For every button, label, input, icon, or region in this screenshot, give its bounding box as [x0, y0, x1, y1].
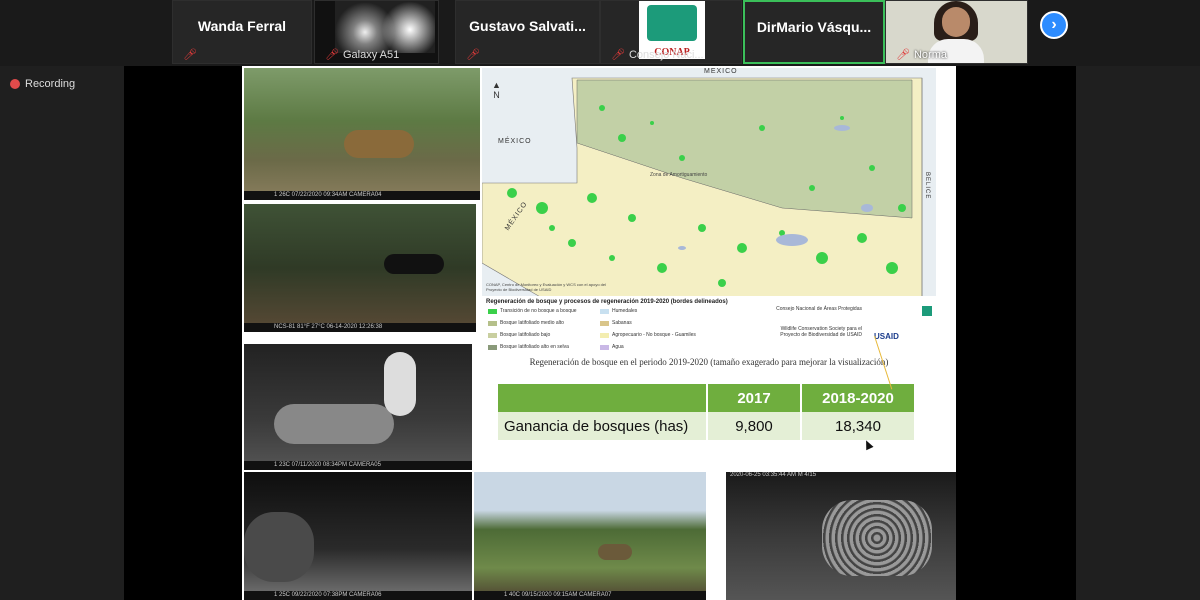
- participant-strip: Wanda Ferral 🎤︎ 🎤︎ Galaxy A51 Gustavo Sal…: [0, 0, 1200, 66]
- camera-trap-photo-night: 1 25C 09/22/2020 07:38PM CAMERA06: [244, 472, 472, 600]
- table-header-cell: 2018-2020: [800, 384, 914, 412]
- chevron-right-icon: ›: [1051, 16, 1057, 33]
- participant-tile[interactable]: Wanda Ferral 🎤︎: [172, 0, 312, 64]
- camera-trap-photo-tayra: NCS-81 81°F 27°C 06-14-2020 12:26:38: [244, 204, 476, 332]
- animal-figure: [244, 512, 314, 582]
- regeneration-map: ▲ N MÉXICO MÉXICO MÉXICO BELICE Zona de A…: [482, 68, 936, 300]
- camera-trap-photo-jaguar-night: 2020-06-25 03:35:44 AM M 4/15: [726, 472, 956, 600]
- legend-org-wcs: Wildlife Conservation Society para el Pr…: [780, 326, 862, 338]
- legend-label: Humedales: [612, 308, 638, 314]
- deer-figure: [598, 544, 632, 560]
- legend-swatch: [488, 320, 497, 326]
- participant-label: 🎤︎ Galaxy A51: [325, 48, 400, 62]
- photo-caption: 1 25C 09/22/2020 07:38PM CAMERA06: [244, 591, 472, 600]
- jaguar-figure: [344, 130, 414, 158]
- map-label-belice: BELICE: [924, 172, 930, 200]
- photo-caption: 1 23C 07/11/2020 08:34PM CAMERA05: [244, 461, 472, 470]
- table-header-row: 2017 2018-2020: [498, 384, 914, 412]
- participant-name: Gustavo Salvati...: [469, 18, 586, 34]
- legend-label: Sabanas: [612, 320, 632, 326]
- legend-label: Transición de no bosque a bosque: [500, 308, 577, 314]
- map-label-mexico-left: MÉXICO: [498, 138, 532, 145]
- skunk-tail: [384, 352, 416, 416]
- participant-label-text: Norma: [913, 48, 947, 61]
- participant-tile[interactable]: 🎤︎ Galaxy A51: [314, 0, 439, 64]
- next-page-button[interactable]: ›: [1040, 11, 1068, 39]
- table-row-label: Ganancia de bosques (has): [498, 412, 707, 440]
- map-caption: Regeneración de bosque en el periodo 201…: [529, 357, 889, 367]
- north-arrow-icon: ▲ N: [492, 80, 501, 100]
- legend-swatch: [488, 344, 497, 350]
- participant-tile[interactable]: Gustavo Salvati... 🎤︎: [455, 0, 600, 64]
- recording-label: Recording: [25, 78, 76, 90]
- animal-figure: [384, 254, 444, 274]
- person-face: [942, 7, 970, 37]
- legend-label: Agropecuario - No bosque - Guamiles: [612, 332, 696, 338]
- legend-label: Bosque latifoliado bajo: [500, 332, 551, 338]
- table-cell: 18,340: [800, 412, 914, 440]
- participant-tile-active[interactable]: DirMario Vásqu...: [743, 0, 885, 64]
- participant-tile[interactable]: 🎤︎ Norma: [885, 0, 1028, 64]
- participant-label-text: Galaxy A51: [342, 48, 400, 61]
- camera-trap-photo-deer: 1 40C 09/15/2020 09:15AM CAMERA07: [474, 472, 706, 600]
- photo-caption: NCS-81 81°F 27°C 06-14-2020 12:26:38: [244, 323, 476, 332]
- legend-swatch: [600, 308, 609, 314]
- map-label-zone: Zona de Amortiguamiento: [650, 172, 708, 178]
- muted-mic-icon: 🎤︎: [611, 49, 625, 61]
- map-legend: Regeneración de bosque y procesos de reg…: [482, 296, 936, 354]
- legend-item: Bosque latifoliado medio alto: [488, 320, 564, 326]
- map-label-mexico-top: MÉXICO: [704, 68, 738, 75]
- legend-item: Bosque latifoliado bajo: [488, 332, 550, 338]
- legend-title: Regeneración de bosque y procesos de reg…: [486, 299, 728, 305]
- north-label: N: [493, 90, 500, 100]
- legend-item: Agua: [600, 344, 624, 350]
- skunk-figure: [274, 404, 394, 444]
- camera-trap-photo-skunk: 1 23C 07/11/2020 08:34PM CAMERA05: [244, 344, 472, 470]
- legend-item: Sabanas: [600, 320, 632, 326]
- participant-tile[interactable]: CONAP 🎤︎ Consejo Naci...: [600, 0, 742, 64]
- recording-indicator: Recording: [10, 78, 75, 90]
- map-graphic: [482, 68, 936, 300]
- conap-small-logo: [922, 306, 932, 316]
- table-cell: 9,800: [706, 412, 801, 440]
- participant-video: [335, 1, 435, 53]
- participant-name: DirMario Vásqu...: [756, 19, 872, 35]
- timestamp-overlay: 2020-06-25 03:35:44 AM M 4/15: [730, 472, 817, 478]
- legend-item: Humedales: [600, 308, 637, 314]
- muted-mic-icon: 🎤︎: [896, 49, 910, 61]
- legend-label: Bosque latifoliado alto en selva: [500, 344, 569, 350]
- legend-swatch: [600, 344, 609, 350]
- participant-label: 🎤︎: [183, 48, 197, 61]
- legend-swatch: [600, 320, 609, 326]
- participant-label: 🎤︎ Consejo Naci...: [611, 48, 704, 62]
- table-header-cell: [498, 384, 707, 412]
- legend-swatch: [488, 332, 497, 338]
- participant-label: 🎤︎ Norma: [896, 48, 947, 62]
- legend-item: Bosque latifoliado alto en selva: [488, 344, 569, 350]
- table-header-cell: 2017: [706, 384, 801, 412]
- legend-label: Agua: [612, 344, 624, 350]
- muted-mic-icon: 🎤︎: [183, 49, 197, 61]
- table-row: Ganancia de bosques (has) 9,800 18,340: [498, 412, 914, 440]
- camera-trap-photo-jaguar: 1 26C 07/22/2020 09:34AM CAMERA04: [244, 68, 480, 200]
- usaid-logo: USAID: [874, 332, 899, 341]
- muted-mic-icon: 🎤︎: [466, 49, 480, 61]
- muted-mic-icon: 🎤︎: [325, 49, 339, 61]
- forest-gain-table: 2017 2018-2020 Ganancia de bosques (has)…: [498, 384, 914, 440]
- legend-item: Agropecuario - No bosque - Guamiles: [600, 332, 696, 338]
- participant-name: Wanda Ferral: [197, 18, 287, 34]
- legend-org-conap: Consejo Nacional de Áreas Protegidas: [776, 306, 862, 312]
- legend-swatch: [600, 332, 609, 338]
- participant-label-text: Consejo Naci...: [628, 48, 704, 61]
- participant-label: 🎤︎: [466, 48, 480, 61]
- map-credit: CONAP, Centro de Monitoreo y Evaluación …: [486, 282, 606, 292]
- photo-caption: 1 40C 09/15/2020 09:15AM CAMERA07: [474, 591, 706, 600]
- legend-item: Transición de no bosque a bosque: [488, 308, 577, 314]
- jaguar-figure: [822, 500, 932, 576]
- monkey-logo-icon: [647, 5, 697, 41]
- photo-caption: 1 26C 07/22/2020 09:34AM CAMERA04: [244, 191, 480, 200]
- legend-label: Bosque latifoliado medio alto: [500, 320, 564, 326]
- legend-swatch: [488, 308, 497, 314]
- record-dot-icon: [10, 79, 20, 89]
